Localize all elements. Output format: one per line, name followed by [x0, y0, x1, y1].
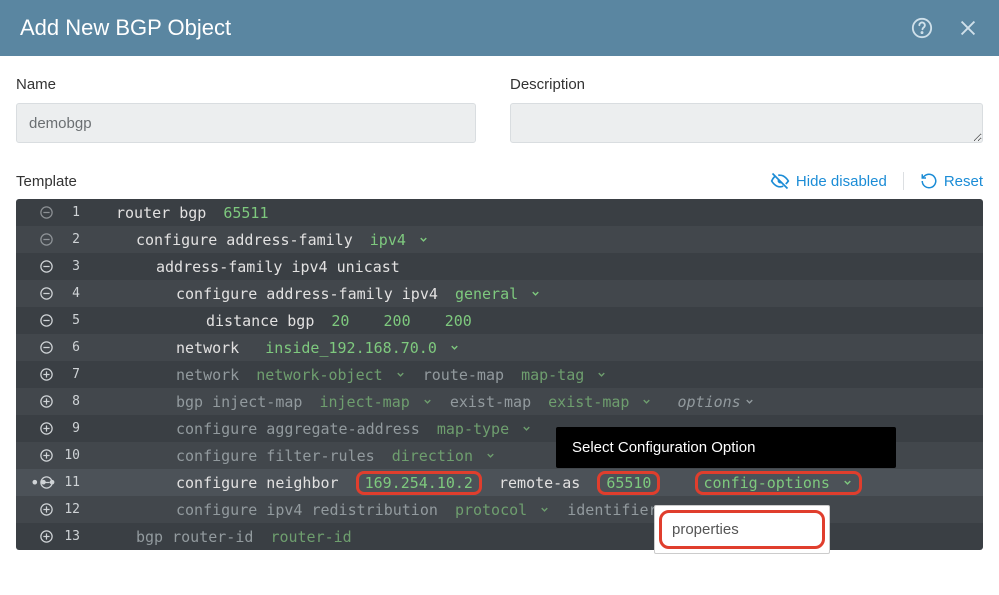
collapse-icon[interactable] [38, 205, 54, 221]
add-icon[interactable] [38, 529, 54, 545]
description-input[interactable] [510, 103, 983, 143]
collapse-icon[interactable] [38, 259, 54, 275]
add-icon[interactable] [38, 448, 54, 464]
reset-label: Reset [944, 173, 983, 190]
popover-title: Select Configuration Option [556, 427, 896, 468]
dropdown[interactable]: protocol [455, 501, 550, 519]
line-number: 1 [62, 205, 80, 220]
line-number: 10 [62, 448, 80, 463]
dropdown[interactable]: map-tag [521, 366, 607, 384]
collapse-icon[interactable] [38, 232, 54, 248]
editor-line[interactable]: 2configure address-family ipv4 [16, 226, 983, 253]
editor-line[interactable]: 6network inside_192.168.70.0 [16, 334, 983, 361]
line-number: 9 [62, 421, 80, 436]
more-icon[interactable]: ••• [30, 473, 56, 492]
name-label: Name [16, 76, 476, 93]
line-number: 8 [62, 394, 80, 409]
editor-line[interactable]: 5distance bgp 20 200 200 [16, 307, 983, 334]
template-label: Template [16, 173, 77, 190]
dropdown[interactable]: inside_192.168.70.0 [265, 339, 460, 357]
description-label: Description [510, 76, 983, 93]
close-icon[interactable] [957, 17, 979, 39]
editor-line[interactable]: •••11configure neighbor 169.254.10.2 rem… [16, 469, 983, 496]
line-number: 6 [62, 340, 80, 355]
collapse-icon[interactable] [38, 340, 54, 356]
modal-actions [911, 17, 979, 39]
add-icon[interactable] [38, 421, 54, 437]
modal-title: Add New BGP Object [20, 15, 231, 41]
editor-line[interactable]: 4configure address-family ipv4 general [16, 280, 983, 307]
editor-line[interactable]: 13bgp router-id router-id [16, 523, 983, 550]
hide-disabled-button[interactable]: Hide disabled [770, 171, 887, 191]
config-options-dropdown[interactable]: config-options [704, 474, 853, 492]
editor-line[interactable]: 7network network-object route-map map-ta… [16, 361, 983, 388]
dropdown[interactable]: exist-map [548, 393, 652, 411]
popover-item-properties[interactable]: properties [659, 510, 825, 549]
code-editor[interactable]: 1router bgp 655112configure address-fami… [16, 199, 983, 550]
reset-button[interactable]: Reset [920, 172, 983, 190]
dropdown[interactable]: direction [392, 447, 496, 465]
dropdown[interactable]: map-type [437, 420, 532, 438]
add-icon[interactable] [38, 394, 54, 410]
dropdown[interactable]: network-object [256, 366, 405, 384]
line-number: 3 [62, 259, 80, 274]
editor-line[interactable]: 12configure ipv4 redistribution protocol… [16, 496, 983, 523]
line-number: 13 [62, 529, 80, 544]
divider [903, 172, 904, 190]
dropdown[interactable]: options [678, 393, 755, 411]
editor-line[interactable]: 3address-family ipv4 unicast [16, 253, 983, 280]
line-number: 5 [62, 313, 80, 328]
collapse-icon[interactable] [38, 313, 54, 329]
line-number: 12 [62, 502, 80, 517]
name-input[interactable] [16, 103, 476, 143]
line-number: 4 [62, 286, 80, 301]
add-icon[interactable] [38, 367, 54, 383]
add-icon[interactable] [38, 502, 54, 518]
dropdown[interactable]: general [455, 285, 541, 303]
dropdown[interactable]: inject-map [319, 393, 432, 411]
hide-disabled-label: Hide disabled [796, 173, 887, 190]
editor-line[interactable]: 8bgp inject-map inject-map exist-map exi… [16, 388, 983, 415]
line-number: 11 [62, 475, 80, 490]
line-number: 7 [62, 367, 80, 382]
line-number: 2 [62, 232, 80, 247]
dropdown[interactable]: ipv4 [370, 231, 429, 249]
collapse-icon[interactable] [38, 286, 54, 302]
popover-menu: properties [654, 505, 830, 554]
help-icon[interactable] [911, 17, 933, 39]
editor-line[interactable]: 1router bgp 65511 [16, 199, 983, 226]
